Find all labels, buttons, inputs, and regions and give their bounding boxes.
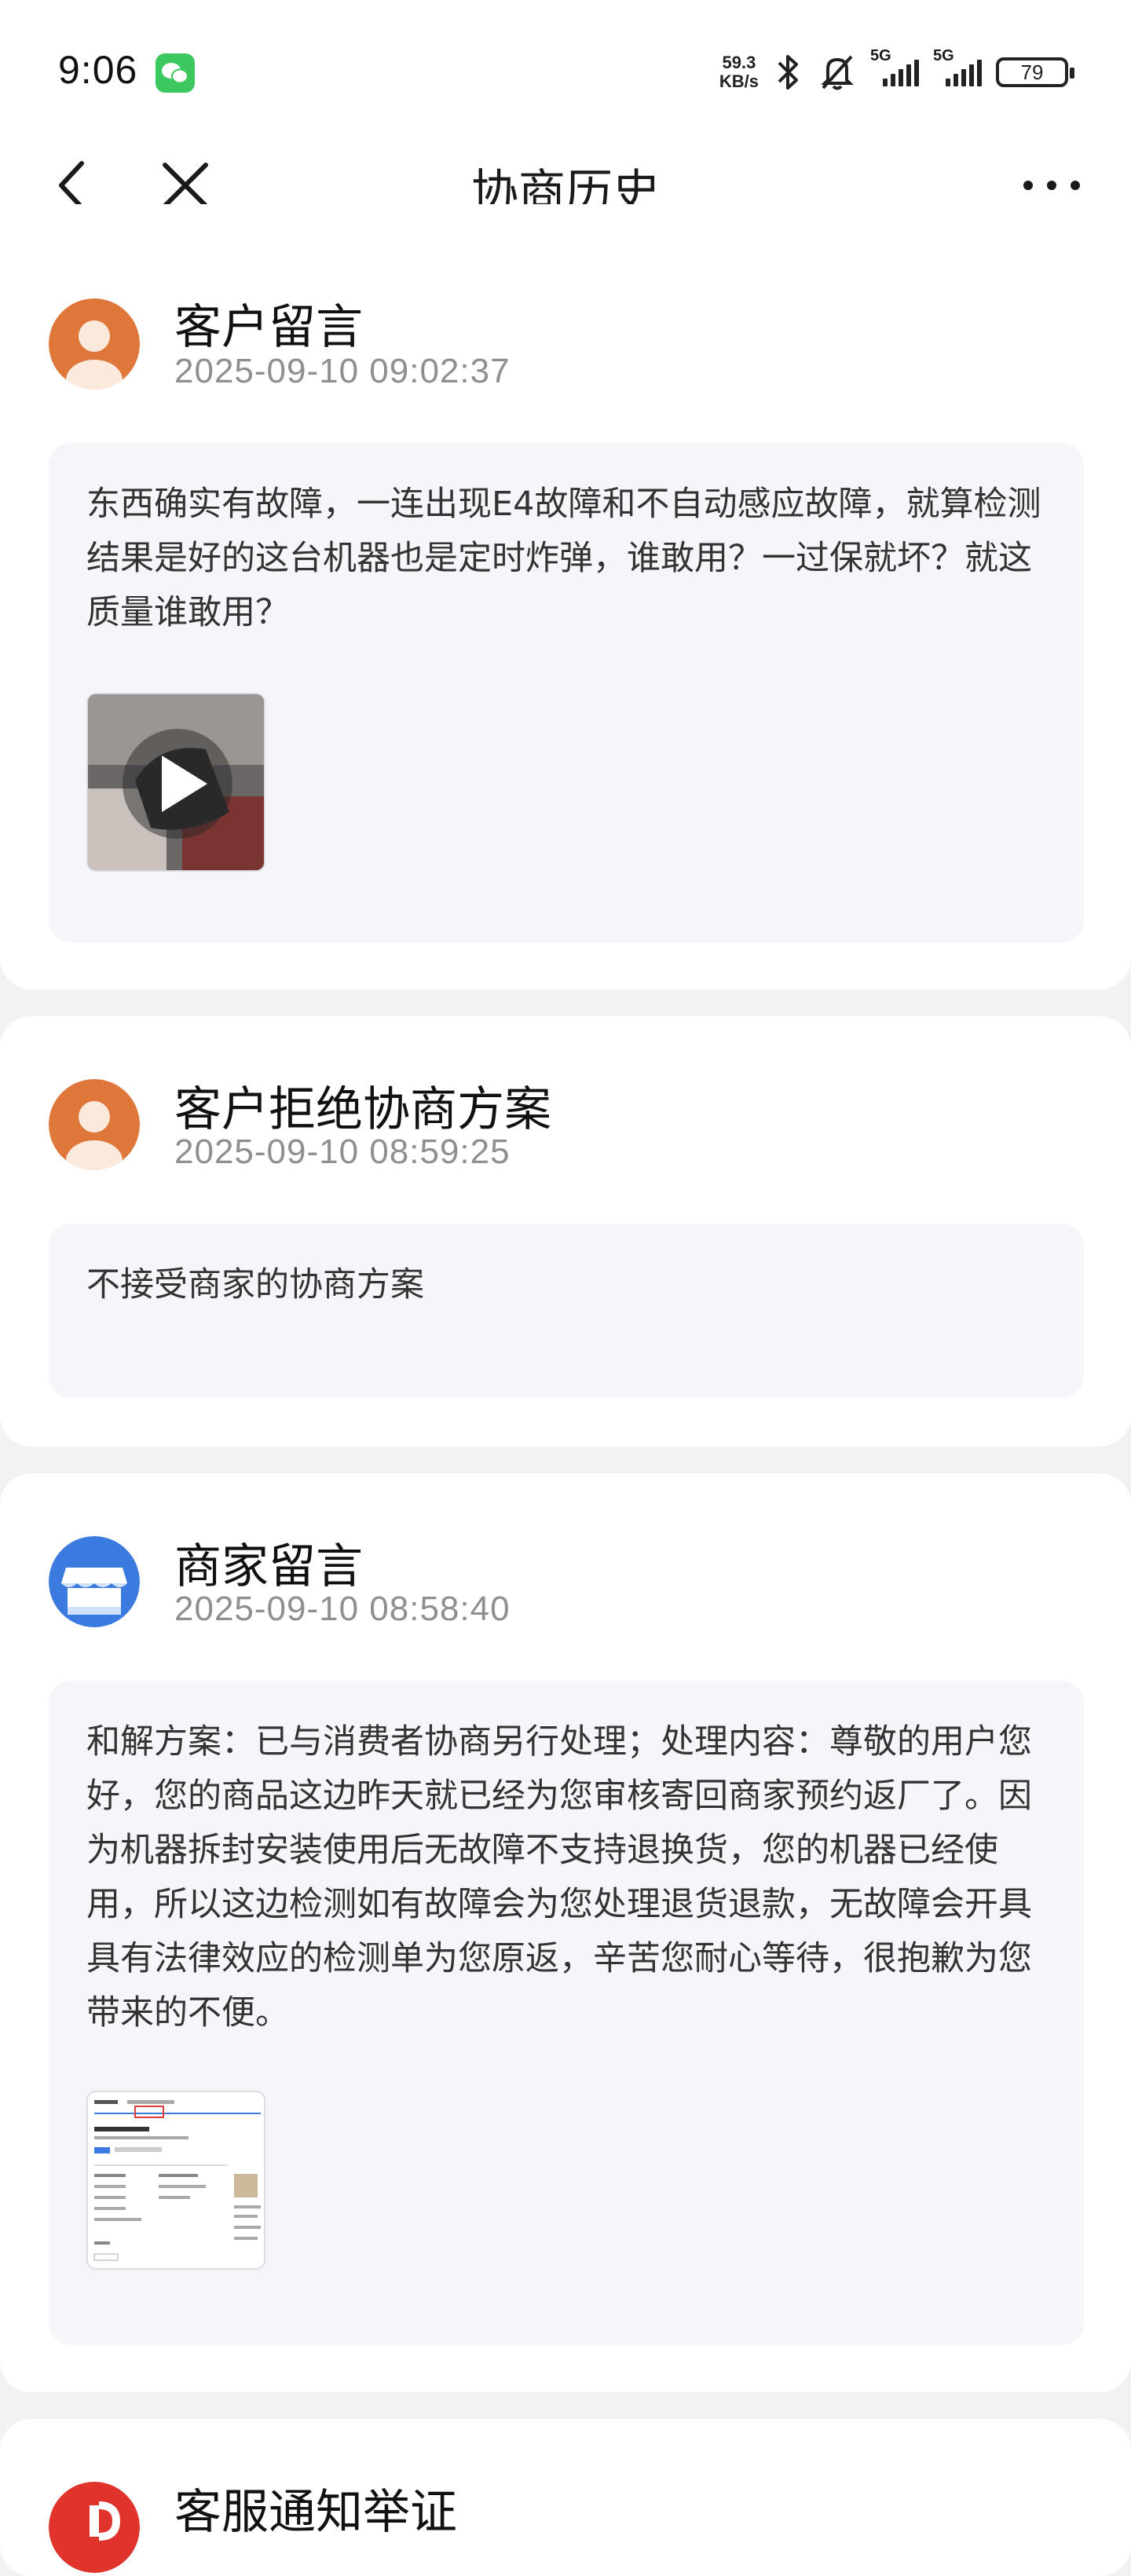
signal-2-label: 5G — [933, 47, 954, 64]
message-box: 不接受商家的协商方案 — [49, 1224, 1084, 1398]
entry-timestamp: 2025-09-10 08:58:40 — [174, 1590, 511, 1628]
status-time: 9:06 — [58, 48, 138, 92]
message-text: 东西确实有故障，一连出现E4故障和不自动感应故障，就算检测结果是好的这台机器也是… — [86, 485, 1041, 632]
video-attachment[interactable] — [86, 693, 265, 872]
service-avatar — [49, 2482, 140, 2573]
message-text: 不接受商家的协商方案 — [86, 1265, 424, 1304]
entry-title: 商家留言 — [174, 1539, 363, 1594]
status-icons: 59.3 KB/s 5G 5G 79 — [719, 47, 1074, 96]
signal-icon-1: 5G — [870, 47, 919, 86]
network-speed: 59.3 KB/s — [719, 53, 759, 91]
network-speed-unit: KB/s — [719, 71, 759, 91]
message-text: 和解方案：已与消费者协商另行处理；处理内容：尊敬的用户您好，您的商品这边昨天就已… — [86, 1722, 1032, 2033]
history-card: 客户留言 2025-09-10 09:02:37 东西确实有故障，一连出现E4故… — [0, 204, 1131, 990]
user-avatar — [49, 298, 140, 390]
entry-timestamp: 2025-09-10 09:02:37 — [174, 352, 511, 390]
entry-title: 客户拒绝协商方案 — [174, 1082, 551, 1137]
history-card: 客服通知举证 — [0, 2419, 1131, 2576]
mute-bell-icon — [821, 55, 854, 90]
network-speed-value: 59.3 — [722, 53, 756, 72]
battery-indicator: 79 — [996, 57, 1074, 87]
bluetooth-icon — [778, 55, 798, 90]
entry-timestamp: 2025-09-10 08:59:25 — [174, 1132, 511, 1171]
entry-title: 客服通知举证 — [174, 2485, 457, 2540]
wechat-icon — [156, 53, 195, 93]
store-avatar — [49, 1536, 140, 1627]
user-avatar — [49, 1079, 140, 1170]
signal-icon-2: 5G — [933, 47, 982, 86]
image-attachment[interactable] — [86, 2091, 265, 2270]
status-bar: 9:06 59.3 KB/s 5G 5G 79 — [0, 0, 1131, 126]
history-card: 商家留言 2025-09-10 08:58:40 和解方案：已与消费者协商另行处… — [0, 1473, 1131, 2392]
message-box: 和解方案：已与消费者协商另行处理；处理内容：尊敬的用户您好，您的商品这边昨天就已… — [49, 1681, 1084, 2345]
entry-title: 客户留言 — [174, 300, 363, 355]
signal-1-label: 5G — [870, 47, 891, 64]
message-box: 东西确实有故障，一连出现E4故障和不自动感应故障，就算检测结果是好的这台机器也是… — [49, 443, 1084, 942]
history-card: 客户拒绝协商方案 2025-09-10 08:59:25 不接受商家的协商方案 — [0, 1016, 1131, 1447]
